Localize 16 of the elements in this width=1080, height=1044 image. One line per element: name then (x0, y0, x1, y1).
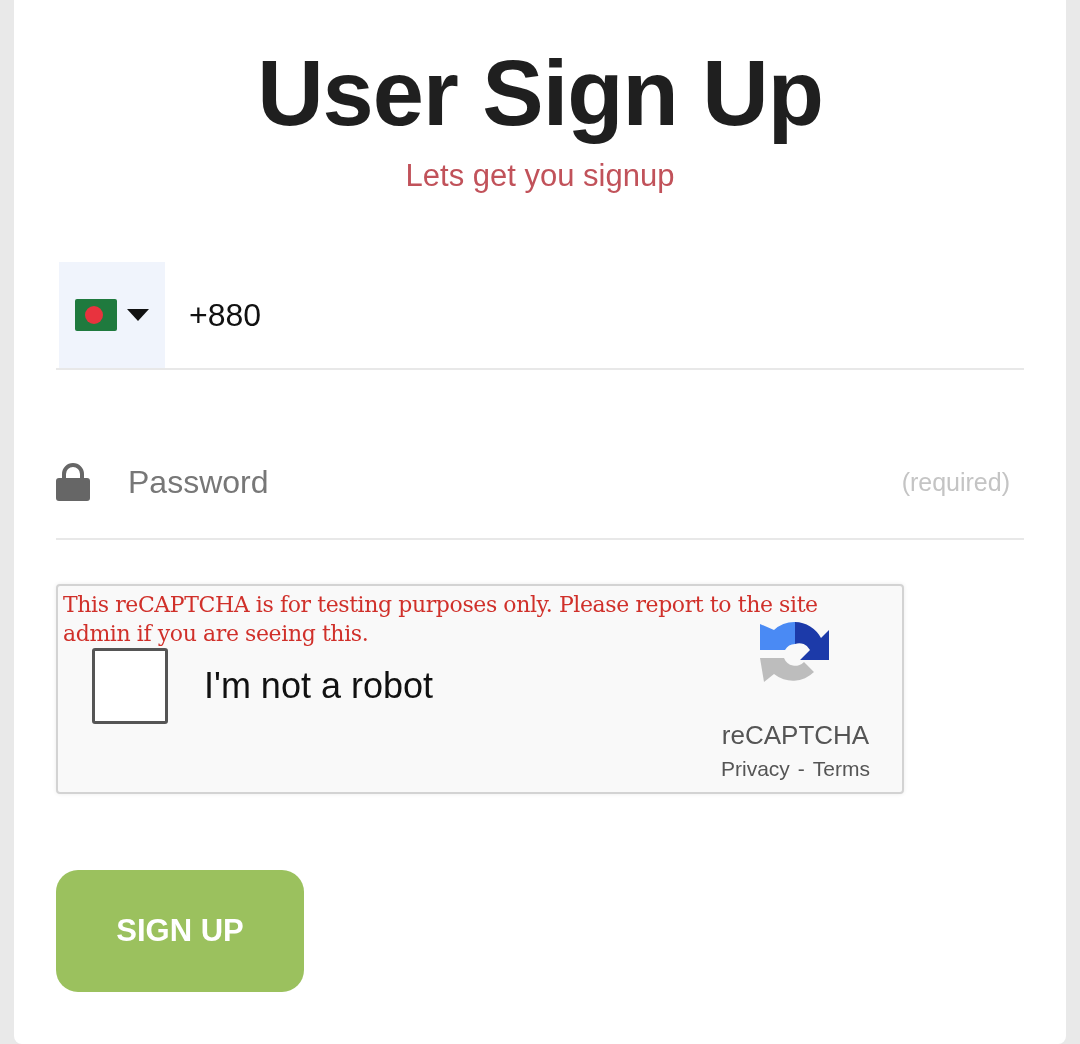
separator: - (797, 757, 805, 781)
phone-input[interactable]: +880 (187, 295, 591, 335)
country-selector[interactable] (59, 262, 165, 368)
footer-link[interactable]: Terms (812, 757, 870, 781)
brand-name: reCAPTCHA (721, 720, 870, 751)
caret-icon (127, 309, 149, 321)
checkbox-label: I'm not a robot (204, 665, 433, 707)
checkbox[interactable] (92, 648, 168, 724)
page-title: User Sign Up (257, 41, 823, 146)
lock-icon (56, 463, 90, 501)
subtitle: Lets get you signup (405, 158, 675, 194)
required-hint: (required) (901, 467, 1010, 497)
warning-text: This reCAPTCHA is for testing purposes only. Please report to the site admin if you are seeing this. (63, 591, 819, 648)
flag-icon (75, 299, 117, 331)
footer-link[interactable]: Privacy (720, 757, 790, 781)
password-input[interactable]: Password (126, 462, 902, 502)
